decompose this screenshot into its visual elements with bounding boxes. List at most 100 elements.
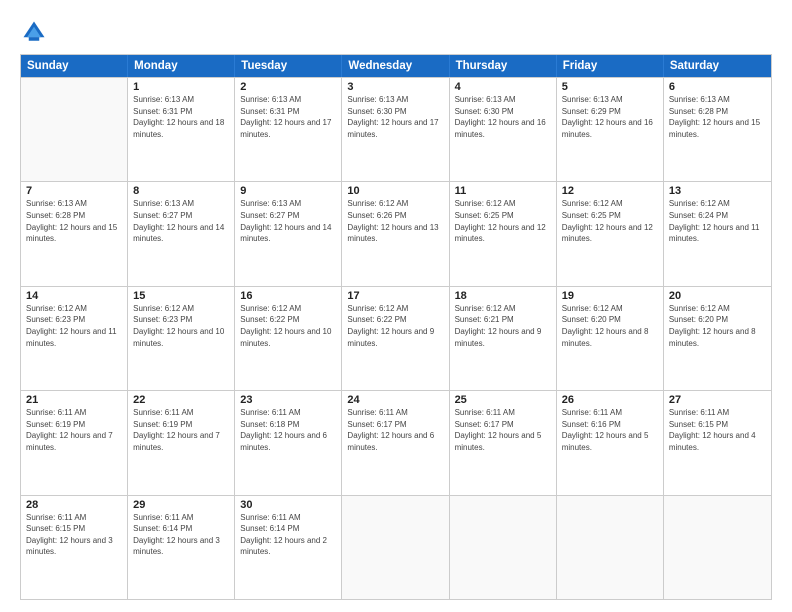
- day-number: 24: [347, 394, 443, 406]
- cal-cell: 4Sunrise: 6:13 AM Sunset: 6:30 PM Daylig…: [450, 78, 557, 181]
- day-info: Sunrise: 6:11 AM Sunset: 6:14 PM Dayligh…: [133, 512, 229, 558]
- day-info: Sunrise: 6:11 AM Sunset: 6:16 PM Dayligh…: [562, 407, 658, 453]
- day-info: Sunrise: 6:13 AM Sunset: 6:30 PM Dayligh…: [347, 94, 443, 140]
- page: SundayMondayTuesdayWednesdayThursdayFrid…: [0, 0, 792, 612]
- cal-cell: 7Sunrise: 6:13 AM Sunset: 6:28 PM Daylig…: [21, 182, 128, 285]
- cal-cell: [342, 496, 449, 599]
- calendar: SundayMondayTuesdayWednesdayThursdayFrid…: [20, 54, 772, 600]
- cal-cell: 20Sunrise: 6:12 AM Sunset: 6:20 PM Dayli…: [664, 287, 771, 390]
- day-number: 30: [240, 499, 336, 511]
- cal-cell: 16Sunrise: 6:12 AM Sunset: 6:22 PM Dayli…: [235, 287, 342, 390]
- cal-cell: 12Sunrise: 6:12 AM Sunset: 6:25 PM Dayli…: [557, 182, 664, 285]
- day-number: 9: [240, 185, 336, 197]
- cal-cell: 5Sunrise: 6:13 AM Sunset: 6:29 PM Daylig…: [557, 78, 664, 181]
- day-number: 17: [347, 290, 443, 302]
- cal-cell: 28Sunrise: 6:11 AM Sunset: 6:15 PM Dayli…: [21, 496, 128, 599]
- logo-icon: [20, 18, 48, 46]
- day-info: Sunrise: 6:12 AM Sunset: 6:21 PM Dayligh…: [455, 303, 551, 349]
- cal-cell: 8Sunrise: 6:13 AM Sunset: 6:27 PM Daylig…: [128, 182, 235, 285]
- day-info: Sunrise: 6:11 AM Sunset: 6:15 PM Dayligh…: [26, 512, 122, 558]
- cal-cell: 22Sunrise: 6:11 AM Sunset: 6:19 PM Dayli…: [128, 391, 235, 494]
- day-info: Sunrise: 6:11 AM Sunset: 6:17 PM Dayligh…: [347, 407, 443, 453]
- cal-cell: 10Sunrise: 6:12 AM Sunset: 6:26 PM Dayli…: [342, 182, 449, 285]
- day-info: Sunrise: 6:11 AM Sunset: 6:18 PM Dayligh…: [240, 407, 336, 453]
- day-number: 10: [347, 185, 443, 197]
- day-info: Sunrise: 6:11 AM Sunset: 6:14 PM Dayligh…: [240, 512, 336, 558]
- cal-cell: 1Sunrise: 6:13 AM Sunset: 6:31 PM Daylig…: [128, 78, 235, 181]
- day-number: 20: [669, 290, 766, 302]
- day-number: 3: [347, 81, 443, 93]
- cal-cell: 18Sunrise: 6:12 AM Sunset: 6:21 PM Dayli…: [450, 287, 557, 390]
- cal-cell: 26Sunrise: 6:11 AM Sunset: 6:16 PM Dayli…: [557, 391, 664, 494]
- cal-header-sunday: Sunday: [21, 55, 128, 77]
- day-number: 7: [26, 185, 122, 197]
- cal-header-wednesday: Wednesday: [342, 55, 449, 77]
- day-info: Sunrise: 6:11 AM Sunset: 6:19 PM Dayligh…: [133, 407, 229, 453]
- cal-header-saturday: Saturday: [664, 55, 771, 77]
- day-number: 22: [133, 394, 229, 406]
- day-number: 12: [562, 185, 658, 197]
- day-info: Sunrise: 6:13 AM Sunset: 6:27 PM Dayligh…: [133, 198, 229, 244]
- cal-cell: 3Sunrise: 6:13 AM Sunset: 6:30 PM Daylig…: [342, 78, 449, 181]
- day-info: Sunrise: 6:12 AM Sunset: 6:22 PM Dayligh…: [240, 303, 336, 349]
- day-info: Sunrise: 6:11 AM Sunset: 6:19 PM Dayligh…: [26, 407, 122, 453]
- cal-cell: 17Sunrise: 6:12 AM Sunset: 6:22 PM Dayli…: [342, 287, 449, 390]
- day-info: Sunrise: 6:12 AM Sunset: 6:20 PM Dayligh…: [669, 303, 766, 349]
- cal-cell: 23Sunrise: 6:11 AM Sunset: 6:18 PM Dayli…: [235, 391, 342, 494]
- day-info: Sunrise: 6:12 AM Sunset: 6:25 PM Dayligh…: [455, 198, 551, 244]
- cal-week-1: 1Sunrise: 6:13 AM Sunset: 6:31 PM Daylig…: [21, 77, 771, 181]
- day-info: Sunrise: 6:12 AM Sunset: 6:23 PM Dayligh…: [26, 303, 122, 349]
- cal-cell: 9Sunrise: 6:13 AM Sunset: 6:27 PM Daylig…: [235, 182, 342, 285]
- day-number: 4: [455, 81, 551, 93]
- cal-cell: 24Sunrise: 6:11 AM Sunset: 6:17 PM Dayli…: [342, 391, 449, 494]
- cal-week-2: 7Sunrise: 6:13 AM Sunset: 6:28 PM Daylig…: [21, 181, 771, 285]
- day-info: Sunrise: 6:13 AM Sunset: 6:28 PM Dayligh…: [26, 198, 122, 244]
- day-info: Sunrise: 6:13 AM Sunset: 6:31 PM Dayligh…: [133, 94, 229, 140]
- day-info: Sunrise: 6:12 AM Sunset: 6:23 PM Dayligh…: [133, 303, 229, 349]
- logo: [20, 18, 50, 46]
- day-info: Sunrise: 6:13 AM Sunset: 6:28 PM Dayligh…: [669, 94, 766, 140]
- day-number: 11: [455, 185, 551, 197]
- cal-header-monday: Monday: [128, 55, 235, 77]
- day-info: Sunrise: 6:12 AM Sunset: 6:25 PM Dayligh…: [562, 198, 658, 244]
- day-number: 23: [240, 394, 336, 406]
- cal-cell: [21, 78, 128, 181]
- cal-header-friday: Friday: [557, 55, 664, 77]
- day-info: Sunrise: 6:11 AM Sunset: 6:17 PM Dayligh…: [455, 407, 551, 453]
- cal-cell: 19Sunrise: 6:12 AM Sunset: 6:20 PM Dayli…: [557, 287, 664, 390]
- day-number: 16: [240, 290, 336, 302]
- day-number: 25: [455, 394, 551, 406]
- cal-cell: 14Sunrise: 6:12 AM Sunset: 6:23 PM Dayli…: [21, 287, 128, 390]
- day-number: 13: [669, 185, 766, 197]
- day-number: 2: [240, 81, 336, 93]
- cal-cell: 15Sunrise: 6:12 AM Sunset: 6:23 PM Dayli…: [128, 287, 235, 390]
- cal-cell: 30Sunrise: 6:11 AM Sunset: 6:14 PM Dayli…: [235, 496, 342, 599]
- day-info: Sunrise: 6:12 AM Sunset: 6:22 PM Dayligh…: [347, 303, 443, 349]
- day-number: 28: [26, 499, 122, 511]
- cal-cell: 6Sunrise: 6:13 AM Sunset: 6:28 PM Daylig…: [664, 78, 771, 181]
- cal-cell: [664, 496, 771, 599]
- header: [20, 18, 772, 46]
- cal-cell: 11Sunrise: 6:12 AM Sunset: 6:25 PM Dayli…: [450, 182, 557, 285]
- day-info: Sunrise: 6:12 AM Sunset: 6:20 PM Dayligh…: [562, 303, 658, 349]
- day-number: 19: [562, 290, 658, 302]
- day-number: 8: [133, 185, 229, 197]
- day-number: 14: [26, 290, 122, 302]
- cal-week-4: 21Sunrise: 6:11 AM Sunset: 6:19 PM Dayli…: [21, 390, 771, 494]
- cal-cell: 27Sunrise: 6:11 AM Sunset: 6:15 PM Dayli…: [664, 391, 771, 494]
- cal-cell: 29Sunrise: 6:11 AM Sunset: 6:14 PM Dayli…: [128, 496, 235, 599]
- day-info: Sunrise: 6:12 AM Sunset: 6:26 PM Dayligh…: [347, 198, 443, 244]
- cal-cell: [450, 496, 557, 599]
- day-number: 27: [669, 394, 766, 406]
- day-number: 6: [669, 81, 766, 93]
- cal-week-3: 14Sunrise: 6:12 AM Sunset: 6:23 PM Dayli…: [21, 286, 771, 390]
- day-number: 29: [133, 499, 229, 511]
- day-info: Sunrise: 6:13 AM Sunset: 6:27 PM Dayligh…: [240, 198, 336, 244]
- cal-cell: 2Sunrise: 6:13 AM Sunset: 6:31 PM Daylig…: [235, 78, 342, 181]
- day-number: 21: [26, 394, 122, 406]
- calendar-body: 1Sunrise: 6:13 AM Sunset: 6:31 PM Daylig…: [21, 77, 771, 599]
- day-number: 5: [562, 81, 658, 93]
- day-number: 26: [562, 394, 658, 406]
- cal-cell: [557, 496, 664, 599]
- cal-week-5: 28Sunrise: 6:11 AM Sunset: 6:15 PM Dayli…: [21, 495, 771, 599]
